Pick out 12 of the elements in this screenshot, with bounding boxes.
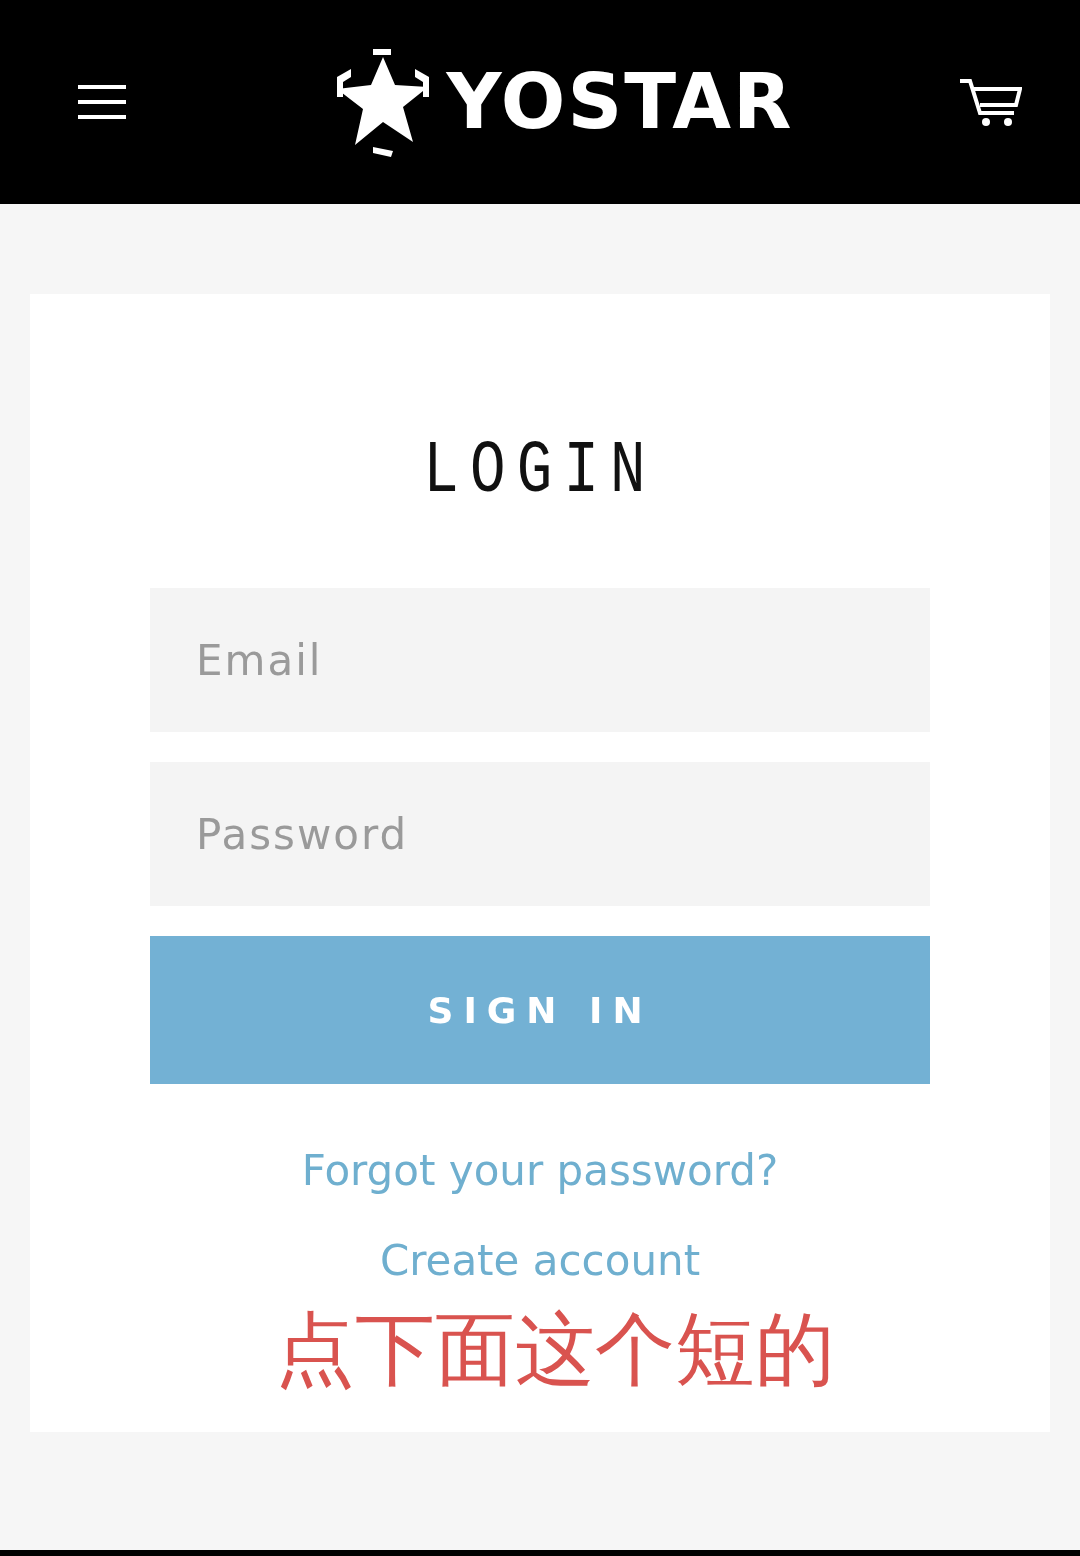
password-field[interactable]: Password [150,762,930,906]
menu-button[interactable] [78,84,126,120]
login-title: LOGIN [423,434,657,508]
account-link[interactable]: Create account [379,1238,701,1285]
menu-icon [78,84,126,120]
cart-icon [960,77,1022,127]
logo-text[interactable]: YOSTAR [446,64,794,140]
account-link[interactable]: Forgot your password? [301,1148,779,1195]
annotation-text: 点下面这个短的 [275,1310,835,1391]
cart-button[interactable] [960,77,1022,127]
sign-in-button[interactable]: SIGN IN [150,936,930,1084]
email-field[interactable]: Email [150,588,930,732]
